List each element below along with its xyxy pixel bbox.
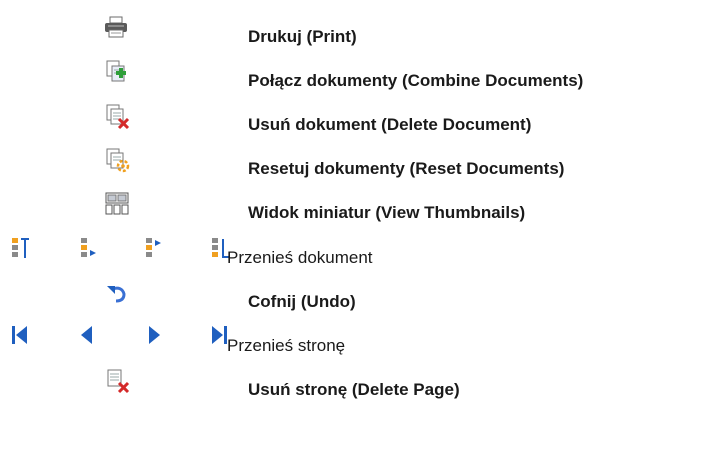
view-thumbnails-label: Widok miniatur (View Thumbnails) — [248, 203, 526, 222]
row-move-page: Przenieś stronę — [0, 324, 727, 364]
row-move-document: Przenieś dokument — [0, 236, 727, 276]
row-undo: Cofnij (Undo) — [0, 280, 727, 320]
first-page-icon[interactable] — [11, 324, 29, 351]
undo-label: Cofnij (Undo) — [248, 292, 356, 311]
combine-documents-label: Połącz dokumenty (Combine Documents) — [248, 71, 584, 90]
row-reset-documents: Resetuj dokumenty (Reset Documents) — [0, 148, 727, 188]
row-delete-document: Usuń dokument (Delete Document) — [0, 104, 727, 144]
delete-document-icon[interactable] — [106, 104, 130, 135]
view-thumbnails-icon[interactable] — [105, 192, 129, 221]
combine-documents-icon[interactable] — [106, 60, 128, 89]
delete-page-icon[interactable] — [106, 368, 130, 399]
row-delete-page: Usuń stronę (Delete Page) — [0, 368, 727, 408]
next-page-icon[interactable] — [147, 324, 161, 351]
move-to-top-icon[interactable] — [11, 236, 31, 265]
previous-page-icon[interactable] — [80, 324, 94, 351]
printer-icon[interactable] — [104, 16, 128, 43]
move-up-icon[interactable] — [80, 236, 100, 265]
delete-page-label: Usuń stronę (Delete Page) — [248, 380, 460, 399]
move-page-label: Przenieś stronę — [227, 336, 346, 355]
row-print: Drukuj (Print) — [0, 16, 727, 56]
undo-icon[interactable] — [106, 284, 128, 309]
print-label: Drukuj (Print) — [248, 27, 357, 46]
row-view-thumbnails: Widok miniatur (View Thumbnails) — [0, 192, 727, 232]
move-down-icon[interactable] — [145, 236, 165, 265]
last-page-icon[interactable] — [210, 324, 228, 351]
row-combine-documents: Połącz dokumenty (Combine Documents) — [0, 60, 727, 100]
reset-documents-icon[interactable] — [106, 148, 130, 179]
delete-document-label: Usuń dokument (Delete Document) — [248, 115, 532, 134]
reset-documents-label: Resetuj dokumenty (Reset Documents) — [248, 159, 565, 178]
move-document-label: Przenieś dokument — [227, 248, 373, 267]
